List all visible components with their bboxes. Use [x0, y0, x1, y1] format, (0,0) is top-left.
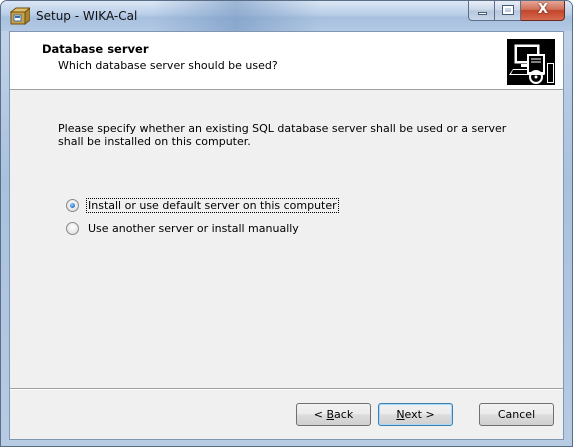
option-install-default-label[interactable]: Install or use default server on this co…: [86, 198, 339, 213]
title-bar-glow: [151, 1, 321, 31]
page-title: Database server: [42, 42, 149, 56]
wizard-header: Database server Which database server sh…: [10, 32, 563, 90]
option-install-default[interactable]: Install or use default server on this co…: [66, 198, 339, 213]
minimize-button[interactable]: [468, 1, 495, 21]
caption-buttons: X: [468, 1, 565, 21]
maximize-button[interactable]: [495, 1, 521, 21]
close-icon: X: [537, 2, 549, 17]
maximize-icon: [502, 5, 514, 15]
back-button-rest: ack: [334, 408, 354, 421]
wizard-client-area: Database server Which database server sh…: [9, 31, 564, 440]
back-button-mnemonic: B: [326, 408, 335, 421]
page-subtitle: Which database server should be used?: [58, 59, 278, 72]
setup-box-icon: [10, 7, 30, 25]
option-other-server-label[interactable]: Use another server or install manually: [86, 222, 301, 235]
computer-setup-icon: [507, 39, 555, 85]
cancel-button[interactable]: Cancel: [479, 403, 554, 426]
radio-other-server[interactable]: [66, 222, 79, 235]
setup-window: Setup - WIKA-Cal X Database server Which…: [0, 0, 573, 447]
back-button[interactable]: < Back: [296, 403, 371, 426]
button-separator: [10, 388, 563, 390]
option-other-server[interactable]: Use another server or install manually: [66, 222, 301, 235]
title-bar[interactable]: Setup - WIKA-Cal X: [1, 1, 572, 31]
description-text: Please specify whether an existing SQL d…: [58, 122, 507, 148]
window-title: Setup - WIKA-Cal: [36, 9, 138, 23]
minimize-icon: [478, 12, 487, 15]
radio-install-default[interactable]: [66, 199, 79, 212]
back-button-prefix: <: [313, 408, 327, 421]
next-button-rest: ext >: [404, 408, 435, 421]
close-button[interactable]: X: [521, 1, 565, 21]
next-button[interactable]: Next >: [378, 403, 453, 426]
next-button-mnemonic: N: [396, 408, 405, 421]
